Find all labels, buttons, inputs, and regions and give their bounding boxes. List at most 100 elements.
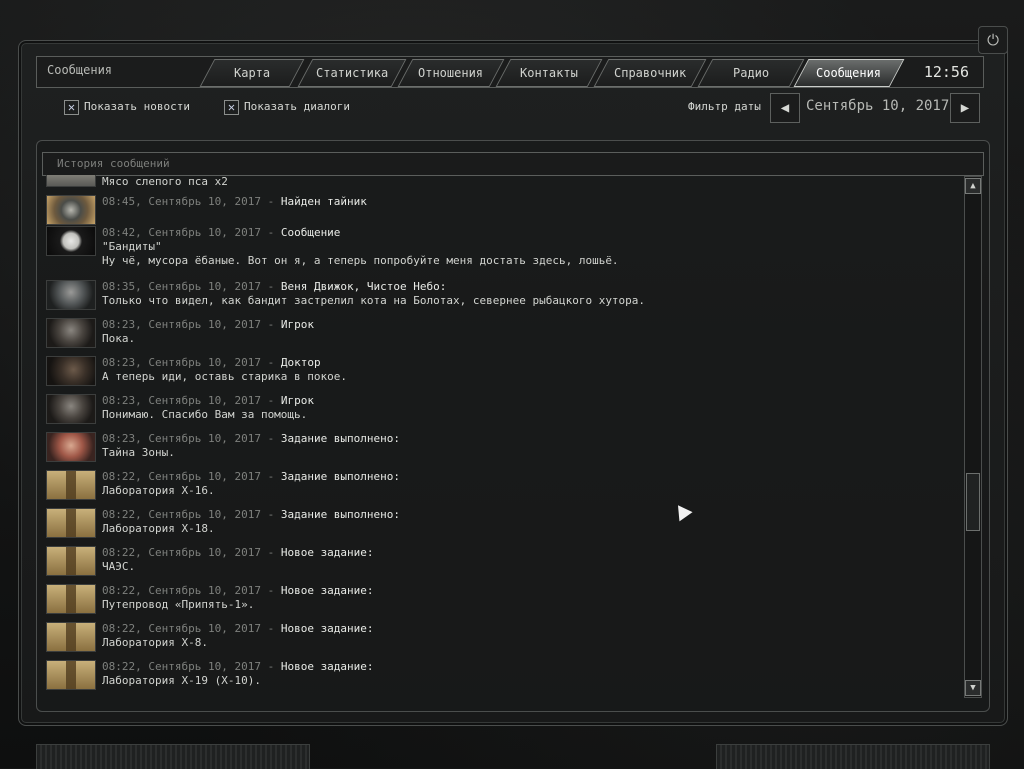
message-header: 08:23, Сентябрь 10, 2017 - Игрок <box>102 394 314 407</box>
tab-relations[interactable]: Отношения <box>397 59 505 87</box>
date-prev-button[interactable]: ◀ <box>770 93 800 123</box>
power-icon[interactable]: ⏻ <box>978 26 1008 54</box>
scroll-down-button[interactable]: ▼ <box>965 680 981 696</box>
stalker-portrait-icon <box>46 280 96 310</box>
message-item[interactable]: 08:23, Сентябрь 10, 2017 - Задание выпол… <box>44 432 944 468</box>
message-sender: Веня Движок, Чистое Небо: <box>280 280 447 293</box>
tab-radio[interactable]: Радио <box>697 59 805 87</box>
arrow-up-icon: ▲ <box>970 181 976 191</box>
message-separator: - <box>260 470 281 483</box>
message-item[interactable]: 08:23, Сентябрь 10, 2017 - Игрок Пока. <box>44 318 944 354</box>
message-separator: - <box>260 226 281 239</box>
message-time: 08:23, Сентябрь 10, 2017 <box>102 432 261 445</box>
message-item[interactable]: 08:23, Сентябрь 10, 2017 - Игрок Понимаю… <box>44 394 944 430</box>
message-item[interactable]: 08:22, Сентябрь 10, 2017 - Новое задание… <box>44 622 944 658</box>
scrollbar[interactable]: ▲ ▼ <box>964 176 982 698</box>
chevron-left-icon: ◀ <box>780 100 790 116</box>
tab-statistics[interactable]: Статистика <box>297 59 407 87</box>
task-icon <box>46 546 96 576</box>
message-time: 08:35, Сентябрь 10, 2017 <box>102 280 261 293</box>
show-news-label: Показать новости <box>84 100 190 113</box>
message-sender: Задание выполнено: <box>280 508 401 521</box>
message-item[interactable]: 08:22, Сентябрь 10, 2017 - Новое задание… <box>44 546 944 582</box>
message-item[interactable]: 08:22, Сентябрь 10, 2017 - Задание выпол… <box>44 470 944 506</box>
message-item[interactable]: 08:22, Сентябрь 10, 2017 - Новое задание… <box>44 584 944 620</box>
message-text: Лаборатория X-8. <box>102 636 208 649</box>
message-sender: Новое задание: <box>280 546 374 559</box>
message-item[interactable]: 08:35, Сентябрь 10, 2017 - Веня Движок, … <box>44 280 944 316</box>
date-value: Сентябрь 10, 2017 <box>806 98 950 114</box>
message-separator: - <box>260 660 281 673</box>
message-item[interactable]: 08:23, Сентябрь 10, 2017 - Доктор А тепе… <box>44 356 944 392</box>
message-time: 08:23, Сентябрь 10, 2017 <box>102 356 261 369</box>
tab-contacts[interactable]: Контакты <box>495 59 603 87</box>
tab-map[interactable]: Карта <box>199 59 305 87</box>
vent-grille-left <box>36 744 310 769</box>
message-text: Понимаю. Спасибо Вам за помощь. <box>102 408 308 421</box>
tab-label: Карта <box>233 66 271 80</box>
tab-label: Сообщения <box>816 66 882 80</box>
message-header: 08:23, Сентябрь 10, 2017 - Игрок <box>102 318 314 331</box>
message-text: Ну чё, мусора ёбаные. Вот он я, а теперь… <box>102 254 619 267</box>
message-separator: - <box>260 394 281 407</box>
stash-icon <box>46 195 96 225</box>
task-icon <box>46 508 96 538</box>
message-header: 08:45, Сентябрь 10, 2017 - Найден тайник <box>102 195 367 208</box>
tab-label: Статистика <box>315 66 389 80</box>
message-time: 08:22, Сентябрь 10, 2017 <box>102 546 261 559</box>
message-time: 08:45, Сентябрь 10, 2017 <box>102 195 261 208</box>
message-time: 08:22, Сентябрь 10, 2017 <box>102 660 261 673</box>
clock: 12:56 <box>923 63 969 81</box>
history-title: История сообщений <box>57 157 170 170</box>
message-sender: Задание выполнено: <box>280 432 401 445</box>
scrollbar-thumb[interactable] <box>966 473 980 531</box>
arrow-down-icon: ▼ <box>970 683 976 693</box>
message-header: 08:23, Сентябрь 10, 2017 - Задание выпол… <box>102 432 400 445</box>
task-icon <box>46 622 96 652</box>
message-header: 08:23, Сентябрь 10, 2017 - Доктор <box>102 356 321 369</box>
task-icon <box>46 584 96 614</box>
app-title: Сообщения <box>47 63 113 77</box>
message-text: "Бандиты" <box>102 240 162 253</box>
message-separator: - <box>260 546 281 559</box>
message-header: 08:35, Сентябрь 10, 2017 - Веня Движок, … <box>102 280 446 293</box>
message-sender: Новое задание: <box>280 584 374 597</box>
message-sender: Игрок <box>280 318 314 331</box>
message-time: 08:22, Сентябрь 10, 2017 <box>102 470 261 483</box>
date-next-button[interactable]: ▶ <box>950 93 980 123</box>
message-text: Пока. <box>102 332 136 345</box>
tab-messages[interactable]: Сообщения <box>793 59 905 87</box>
message-item[interactable]: 08:22, Сентябрь 10, 2017 - Задание выпол… <box>44 508 944 544</box>
message-header: 08:22, Сентябрь 10, 2017 - Новое задание… <box>102 660 374 673</box>
top-bar: Сообщения Карта Статистика Отношения Кон… <box>36 56 984 88</box>
message-sender: Игрок <box>280 394 314 407</box>
vent-grille-right <box>716 744 990 769</box>
tab-reference[interactable]: Справочник <box>593 59 707 87</box>
message-separator: - <box>260 280 281 293</box>
message-sender: Найден тайник <box>280 195 367 208</box>
message-time: 08:23, Сентябрь 10, 2017 <box>102 318 261 331</box>
history-header: История сообщений <box>42 152 984 176</box>
show-news-checkbox[interactable]: ✕ <box>64 100 79 115</box>
message-item[interactable]: 08:22, Сентябрь 10, 2017 - Новое задание… <box>44 660 944 693</box>
bandits-skull-icon <box>46 226 96 256</box>
scroll-up-button[interactable]: ▲ <box>965 178 981 194</box>
message-sender: Доктор <box>280 356 321 369</box>
chevron-right-icon: ▶ <box>960 100 970 116</box>
message-text: Лаборатория X-19 (X-10). <box>102 674 261 687</box>
date-filter-label: Фильтр даты <box>688 100 761 113</box>
show-dialogs-label: Показать диалоги <box>244 100 350 113</box>
tab-label: Контакты <box>520 66 578 80</box>
message-sender: Новое задание: <box>280 660 374 673</box>
message-separator: - <box>260 356 281 369</box>
message-separator: - <box>260 622 281 635</box>
message-header: 08:22, Сентябрь 10, 2017 - Новое задание… <box>102 584 374 597</box>
message-list[interactable]: Мясо слепого пса x2 08:45, Сентябрь 10, … <box>42 175 962 693</box>
player-portrait-icon <box>46 394 96 424</box>
partial-message-text: Мясо слепого пса x2 <box>102 175 228 188</box>
tab-label: Радио <box>732 66 770 80</box>
message-separator: - <box>260 432 281 445</box>
message-item[interactable]: 08:42, Сентябрь 10, 2017 - Сообщение "Ба… <box>44 226 944 274</box>
message-time: 08:22, Сентябрь 10, 2017 <box>102 584 261 597</box>
show-dialogs-checkbox[interactable]: ✕ <box>224 100 239 115</box>
